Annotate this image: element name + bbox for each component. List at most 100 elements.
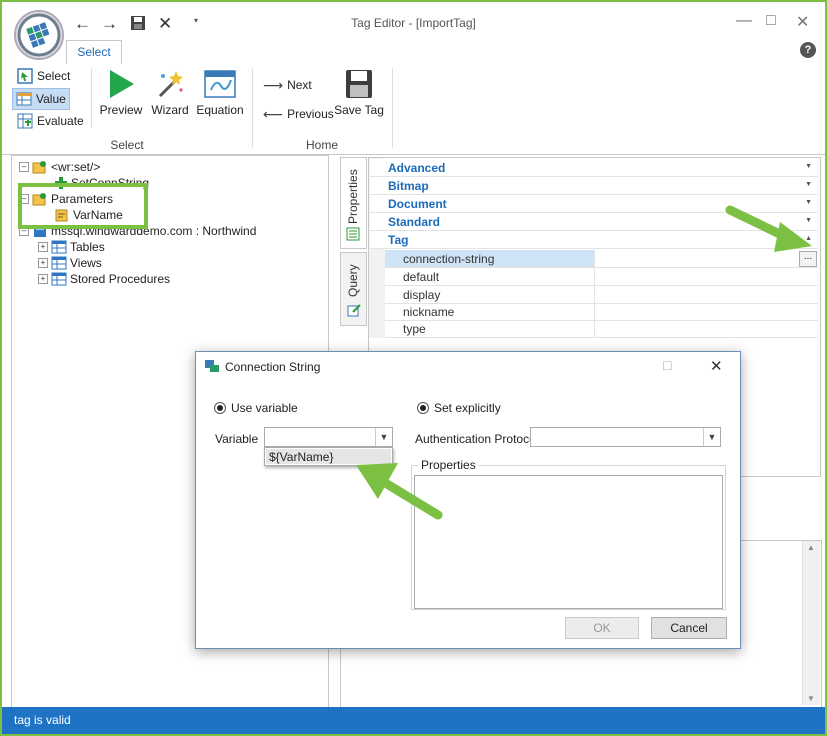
properties-groupbox: Properties — [411, 458, 726, 610]
tree-item-stored-procedures[interactable]: + Stored Procedures — [38, 271, 170, 287]
mode-value-button[interactable]: Value — [12, 88, 70, 110]
save-tag-label: Save Tag — [334, 103, 384, 117]
variable-label: Variable — [215, 432, 259, 446]
play-icon — [110, 70, 134, 98]
group-select-label: Select — [110, 138, 144, 152]
category-label: Tag — [388, 233, 409, 247]
table-icon — [51, 240, 67, 254]
ok-button[interactable]: OK — [565, 617, 639, 639]
chevron-down-icon[interactable]: ▼ — [375, 428, 392, 446]
ribbon-tab-strip — [2, 42, 825, 65]
wizard-button[interactable]: Wizard — [148, 68, 192, 117]
mode-evaluate-button[interactable]: Evaluate — [14, 111, 87, 131]
window-title: Tag Editor - [ImportTag] — [351, 16, 476, 30]
auth-protocol-label: Authentication Protocol — [415, 432, 539, 446]
property-value[interactable] — [594, 286, 818, 303]
category-advanced[interactable]: Advanced ▼ — [370, 159, 818, 177]
connection-icon — [205, 360, 219, 372]
chevron-down-icon: ▼ — [805, 181, 812, 188]
title-bar: ← → ✕ ▾ Tag Editor - [ImportTag] — □ ✕ — [2, 2, 825, 60]
preview-button[interactable]: Preview — [99, 68, 143, 117]
next-button[interactable]: ⟶ Next — [260, 75, 315, 95]
previous-label: Previous — [287, 107, 334, 121]
ribbon-separator — [392, 68, 393, 148]
expand-icon[interactable]: + — [38, 258, 48, 268]
table-icon — [51, 256, 67, 270]
dialog-close-icon[interactable]: ✕ — [710, 357, 723, 375]
next-arrow-icon: ⟶ — [263, 76, 284, 93]
tab-properties[interactable]: Properties — [340, 157, 367, 249]
tree-tables-label: Tables — [70, 240, 105, 254]
equation-button[interactable]: Equation — [196, 68, 244, 117]
collapse-icon[interactable]: – — [19, 162, 29, 172]
group-home-label: Home — [305, 138, 338, 152]
tag-editor-window: ← → ✕ ▾ Tag Editor - [ImportTag] — □ ✕ S… — [0, 0, 827, 736]
equation-icon — [204, 70, 236, 98]
scroll-down-icon[interactable]: ▼ — [807, 694, 815, 703]
use-variable-radio[interactable]: Use variable — [214, 401, 298, 415]
property-value[interactable] — [594, 268, 818, 285]
dialog-title: Connection String — [225, 360, 321, 374]
select-icon — [17, 68, 33, 84]
scrollbar[interactable]: ▲ ▼ — [802, 541, 820, 705]
previous-button[interactable]: ⟵ Previous — [260, 104, 337, 124]
expand-icon[interactable]: + — [38, 242, 48, 252]
category-label: Standard — [388, 215, 441, 229]
property-row-display[interactable]: display — [385, 286, 818, 304]
property-name: nickname — [403, 305, 455, 319]
expand-icon[interactable]: + — [38, 274, 48, 284]
radio-selected-icon[interactable] — [417, 402, 429, 414]
previous-arrow-icon: ⟵ — [263, 105, 284, 122]
set-explicitly-radio[interactable]: Set explicitly — [417, 401, 501, 415]
property-row-nickname[interactable]: nickname — [385, 303, 818, 321]
connection-string-dialog: Connection String □ ✕ Use variable Set e… — [195, 351, 741, 649]
status-text: tag is valid — [14, 713, 71, 727]
radio-selected-icon[interactable] — [214, 402, 226, 414]
tab-query-label: Query — [346, 264, 360, 297]
property-name: connection-string — [403, 252, 495, 266]
ribbon-separator — [91, 68, 92, 128]
tree-item-root[interactable]: – <wr:set/> — [19, 159, 100, 175]
property-value[interactable] — [594, 303, 818, 320]
magic-wand-icon — [158, 71, 183, 98]
tree-stored-procedures-label: Stored Procedures — [70, 272, 171, 286]
properties-list[interactable] — [414, 475, 723, 609]
mode-value-label: Value — [36, 92, 66, 106]
category-bitmap[interactable]: Bitmap ▼ — [370, 177, 818, 195]
property-name: default — [403, 270, 440, 284]
dialog-maximize-icon: □ — [663, 357, 672, 373]
evaluate-icon — [17, 113, 33, 129]
table-icon — [51, 272, 67, 286]
ribbon: Select Value Evaluate Preview Wizard Equ… — [2, 64, 825, 155]
cancel-button[interactable]: Cancel — [651, 617, 727, 639]
property-row-type[interactable]: type — [385, 320, 818, 338]
category-label: Bitmap — [388, 179, 429, 193]
maximize-icon[interactable]: □ — [766, 12, 776, 30]
variable-combo[interactable]: ▼ — [264, 427, 393, 447]
mode-select-label: Select — [37, 69, 71, 83]
status-bar: tag is valid — [2, 707, 825, 734]
tree-item-tables[interactable]: + Tables — [38, 239, 105, 255]
property-name: display — [403, 288, 441, 302]
tag-folder-icon — [32, 161, 46, 174]
dropdown-option-label: ${VarName} — [269, 450, 334, 464]
minimize-icon[interactable]: — — [736, 12, 752, 30]
close-icon[interactable]: ✕ — [796, 12, 809, 32]
auth-protocol-combo[interactable]: ▼ — [530, 427, 721, 447]
mode-select-button[interactable]: Select — [14, 66, 73, 86]
help-icon[interactable]: ? — [800, 42, 816, 58]
category-label: Document — [388, 197, 447, 211]
chevron-down-icon[interactable]: ▼ — [703, 428, 720, 446]
tree-root-label: <wr:set/> — [51, 160, 101, 174]
mode-evaluate-label: Evaluate — [37, 114, 84, 128]
scroll-up-icon[interactable]: ▲ — [807, 543, 815, 552]
tree-views-label: Views — [70, 256, 102, 270]
property-value[interactable] — [594, 320, 818, 337]
property-row-default[interactable]: default — [385, 268, 818, 286]
save-tag-button[interactable]: Save Tag — [332, 68, 386, 117]
value-icon — [16, 92, 32, 106]
tab-select[interactable]: Select — [66, 40, 122, 65]
tab-query[interactable]: Query — [340, 252, 367, 326]
highlight-box — [18, 183, 148, 229]
tree-item-views[interactable]: + Views — [38, 255, 102, 271]
